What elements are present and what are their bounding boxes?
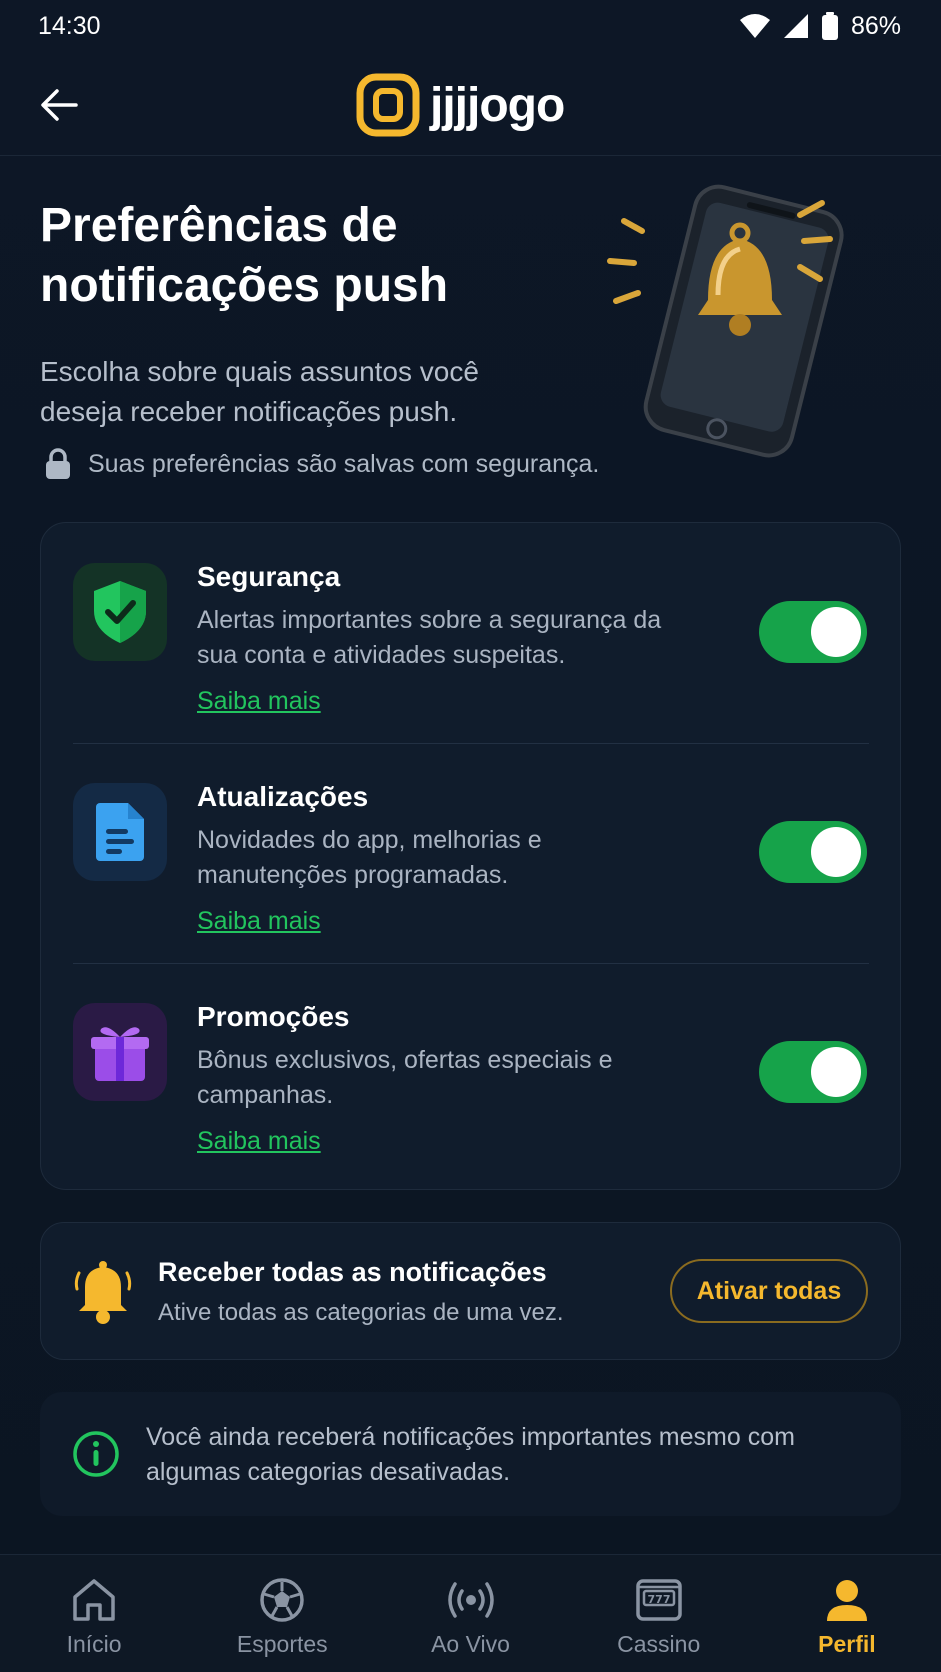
toggle-knob [811,1047,861,1097]
category-title: Atualizações [197,781,369,812]
shield-check-icon [94,581,146,643]
app-header: jjjjogo [0,52,941,156]
nav-label: Perfil [818,1631,876,1657]
slot-machine-icon: 777 [633,1575,685,1625]
bottom-navigation: Início Esportes Ao Vivo 777 Cassino Perf… [0,1554,941,1672]
security-note-text: Suas preferências são salvas com seguran… [88,449,600,478]
cellular-signal-icon [783,14,808,38]
learn-more-link[interactable]: Saiba mais [197,687,321,716]
status-time: 14:30 [38,11,101,40]
phone-bell-illustration [607,184,844,458]
nav-item-esportes[interactable]: Esportes [188,1555,376,1672]
bell-icon [74,1261,132,1324]
wifi-icon [739,14,770,38]
receive-all-title: Receber todas as notificações [158,1257,547,1287]
security-note: Suas preferências são salvas com seguran… [44,448,599,480]
page-subtitle: Escolha sobre quais assuntos você deseja… [40,356,479,427]
app-logo: jjjjogo [356,72,565,138]
nav-item-perfil[interactable]: Perfil [753,1555,941,1672]
info-card: Você ainda receberá notificações importa… [40,1392,901,1516]
live-broadcast-icon [445,1575,497,1625]
learn-more-link[interactable]: Saiba mais [197,1127,321,1156]
category-description: Alertas importantes sobre a segurança da… [197,606,662,669]
soccer-ball-icon [256,1575,308,1625]
nav-item-ao-vivo[interactable]: Ao Vivo [376,1555,564,1672]
nav-label: Início [66,1631,122,1657]
category-icon-container [73,783,167,881]
notification-preferences-screen: 14:30 86% jjjjogo Preferências de notifi… [0,0,941,1672]
category-title: Promoções [197,1001,350,1032]
logo-mark-icon [356,73,420,137]
nav-item-inicio[interactable]: Início [0,1555,188,1672]
category-icon-container [73,563,167,661]
receive-all-card: Receber todas as notificações Ative toda… [40,1222,901,1360]
category-updates: Atualizações Novidades do app, melhorias… [41,743,902,963]
arrow-left-icon [41,89,78,121]
home-icon [68,1575,120,1625]
toggle-updates[interactable] [759,821,867,883]
toggle-knob [811,607,861,657]
page-title: Preferências de notificações push [40,199,449,312]
category-description: Bônus exclusivos, ofertas especiais e ca… [197,1046,613,1109]
activate-all-button[interactable]: Ativar todas [670,1259,868,1323]
battery-percentage: 86% [850,11,901,40]
status-indicators: 86% [739,12,901,41]
back-button[interactable] [36,82,82,128]
categories-card: Segurança Alertas importantes sobre a se… [40,522,901,1190]
user-icon [821,1575,873,1625]
category-promotions: Promoções Bônus exclusivos, ofertas espe… [41,963,902,1183]
nav-label: Ao Vivo [431,1631,510,1657]
nav-item-cassino[interactable]: 777 Cassino [565,1555,753,1672]
svg-text:777: 777 [647,1593,670,1606]
battery-icon [821,12,838,40]
info-icon [73,1431,119,1477]
logo-text: jjjjogo [430,78,565,132]
learn-more-link[interactable]: Saiba mais [197,907,321,936]
nav-label: Esportes [236,1631,328,1657]
category-description: Novidades do app, melhorias e manutençõe… [197,826,542,889]
document-icon [96,803,144,861]
gift-icon [91,1027,149,1081]
receive-all-description: Ative todas as categorias de uma vez. [158,1299,564,1326]
nav-label: Cassino [617,1631,701,1657]
info-text: Você ainda receberá notificações importa… [146,1423,795,1486]
toggle-security[interactable] [759,601,867,663]
category-security: Segurança Alertas importantes sobre a se… [41,523,902,743]
toggle-promotions[interactable] [759,1041,867,1103]
toggle-knob [811,827,861,877]
status-bar: 14:30 86% [0,0,941,52]
category-title: Segurança [197,561,341,592]
category-icon-container [73,1003,167,1101]
lock-icon [46,448,70,479]
